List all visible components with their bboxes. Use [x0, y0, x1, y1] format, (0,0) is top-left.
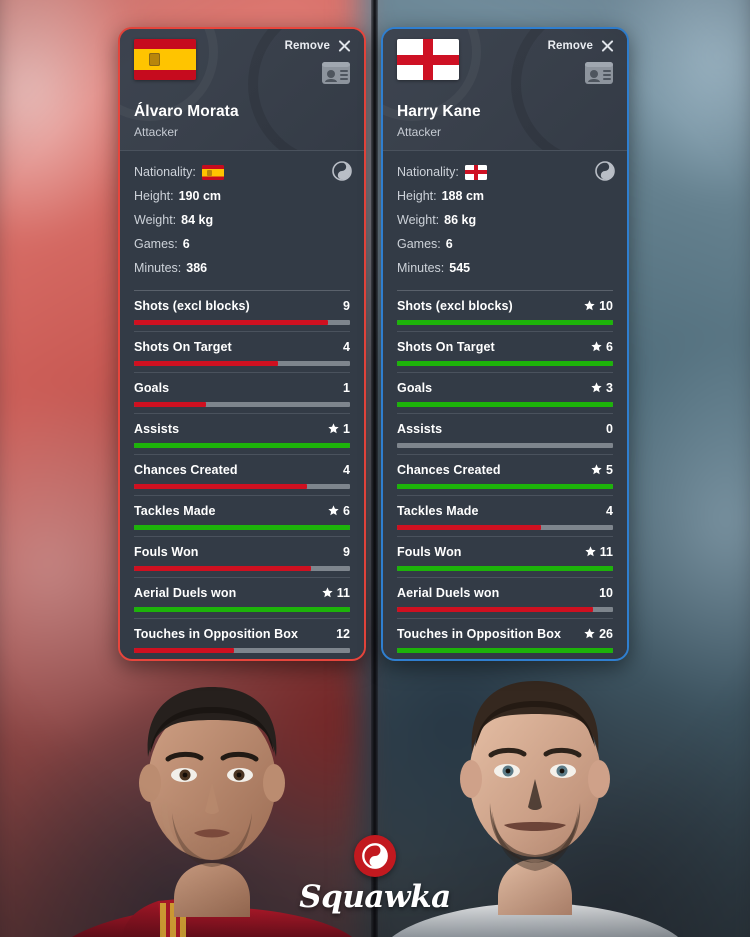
remove-button[interactable]: Remove [285, 38, 352, 53]
player-position: Attacker [397, 125, 442, 139]
remove-button[interactable]: Remove [548, 38, 615, 53]
brand-logo: Squawka [0, 835, 750, 915]
squawka-yinyang-logo [354, 835, 396, 877]
brand-name: Squawka [299, 879, 451, 915]
vignette-overlay [0, 0, 750, 937]
remove-label: Remove [547, 39, 593, 52]
player-name: Álvaro Morata [134, 103, 239, 120]
close-icon[interactable] [337, 38, 352, 53]
id-card-icon[interactable] [584, 61, 614, 90]
id-card-icon[interactable] [321, 61, 351, 90]
flag-england [397, 39, 459, 80]
remove-label: Remove [284, 39, 330, 52]
close-icon[interactable] [600, 38, 615, 53]
player-position: Attacker [134, 125, 179, 139]
player-name: Harry Kane [397, 103, 481, 120]
comparison-graphic: Remove Álvaro Morata Attacker Remove Har… [0, 0, 750, 937]
flag-spain [134, 39, 196, 80]
